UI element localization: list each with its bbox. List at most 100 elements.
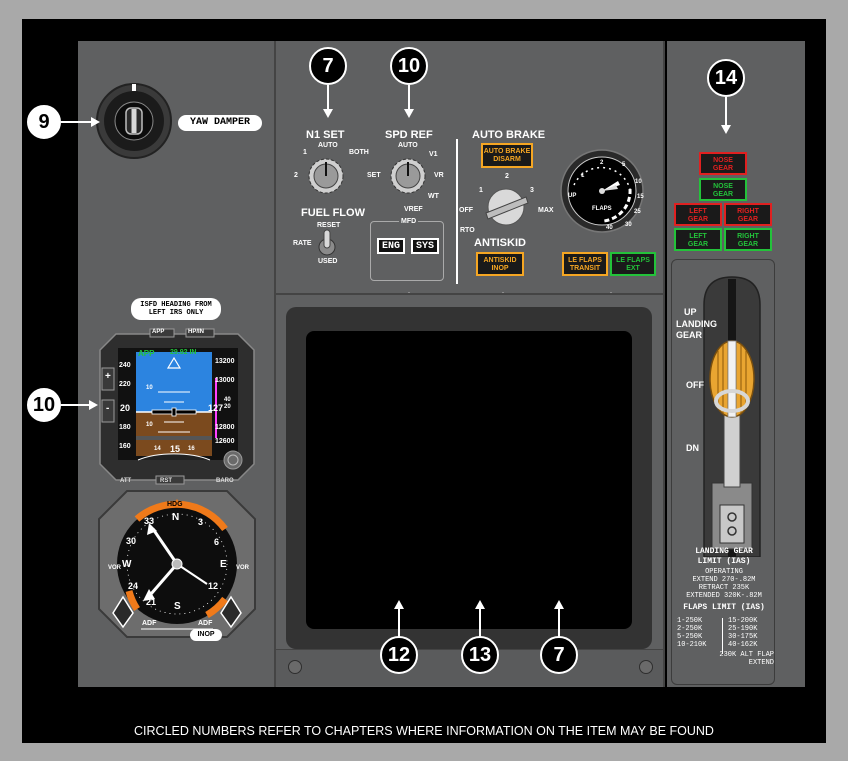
rmi-card-e: E [220, 559, 227, 570]
le-flaps-ext-light: LE FLAPS EXT [610, 252, 656, 276]
flaps-limit-left-2: 5-250K [677, 633, 703, 641]
isfd-alt-13000: 13000 [215, 377, 235, 384]
callout-arrow [394, 600, 404, 639]
isfd-speed-220: 220 [119, 381, 131, 388]
rmi-card-30: 30 [126, 536, 137, 546]
autobrake-title: AUTO BRAKE [472, 129, 546, 141]
flaps-limit-divider [722, 618, 723, 654]
isfd-pitch-10-down: 10 [146, 422, 153, 428]
n1-set-both: BOTH [349, 149, 369, 156]
landing-gear-lever[interactable] [698, 275, 766, 557]
flaps-limit-right-3: 40-162K [728, 641, 758, 649]
n1-set-title: N1 SET [306, 129, 345, 141]
gear-limit-line-3: EXTENDED 320K-.82M [686, 592, 762, 600]
rmi-card-n: N [172, 512, 180, 523]
autobrake-pos-2: 2 [505, 173, 509, 180]
rmi-card-21: 21 [146, 597, 157, 607]
isfd-placard: ISFD HEADING FROM LEFT IRS ONLY [131, 298, 221, 320]
callout-gear-lights: 14 [707, 59, 745, 97]
display-screen [306, 331, 632, 629]
flaps-limit-left-1: 2-250K [677, 625, 703, 633]
isfd-top-button-app[interactable]: APP [152, 329, 164, 335]
spd-ref-v1: V1 [429, 151, 438, 158]
isfd-baro-label: BARO [216, 478, 234, 484]
left-gear-green-light: LEFT GEAR [674, 228, 722, 251]
rmi-card-3: 3 [198, 517, 204, 527]
alt-flap-extend: 230K ALT FLAP EXTEND [719, 651, 774, 667]
spd-ref-set: SET [367, 172, 381, 179]
gear-limit-line-2: RETRACT 235K [698, 584, 750, 592]
flaps-mark-1: 1 [581, 173, 585, 179]
yaw-damper-switch[interactable] [95, 82, 173, 160]
flaps-mark-10: 10 [635, 179, 642, 185]
rmi-adf-left: ADF [142, 620, 157, 627]
rmi-card-w: W [122, 559, 132, 570]
right-gear-green-light: RIGHT GEAR [724, 228, 772, 251]
rmi-card-6: 6 [214, 537, 220, 547]
n1-set-knob[interactable] [308, 158, 344, 194]
flaps-limit-left-0: 1-250K [677, 617, 703, 625]
isfd-heading-14: 14 [154, 446, 161, 452]
spd-ref-knob[interactable] [390, 158, 426, 194]
isfd-speed-160: 160 [119, 443, 131, 450]
right-gear-red-light: RIGHT GEAR [724, 203, 772, 226]
antiskid-inop-light: ANTISKID INOP [476, 252, 524, 276]
isfd-alt-sub: 40 20 [224, 397, 231, 410]
callout-arrow [61, 117, 100, 127]
autobrake-selector[interactable] [478, 185, 534, 229]
fuel-flow-rate: RATE [293, 240, 312, 247]
isfd-minus-button[interactable]: - [106, 403, 109, 414]
isfd-alt-12800: 12800 [215, 424, 235, 431]
autobrake-rto: RTO [460, 227, 475, 234]
gear-limit-line-0: OPERATING [705, 568, 743, 576]
spd-ref-auto: AUTO [398, 142, 418, 149]
screw-left [288, 660, 302, 674]
autobrake-max: MAX [538, 207, 554, 214]
callout-arrow [554, 600, 564, 639]
isfd-rst-button[interactable]: RST [160, 478, 172, 484]
callout-arrow [721, 97, 731, 134]
callout-n1-set: 7 [309, 47, 347, 85]
spd-ref-vref: VREF [404, 206, 423, 213]
spd-ref-vr: VR [434, 172, 444, 179]
isfd-speed-current: 20 [120, 403, 131, 413]
rmi-right-vor: VOR [236, 565, 249, 572]
isfd-mode: APP [138, 349, 155, 358]
isfd-speed-240: 240 [119, 362, 131, 369]
isfd-att-label: ATT [120, 478, 132, 484]
rmi-card-33: 33 [144, 516, 155, 526]
fuel-flow-toggle[interactable] [317, 227, 337, 257]
flaps-limit-right-1: 25-190K [728, 625, 758, 633]
flaps-limit-right-2: 30-175K [728, 633, 758, 641]
callout-display-right: 7 [540, 636, 578, 674]
isfd-heading-16: 16 [188, 446, 195, 452]
rmi-card-12: 12 [208, 581, 219, 591]
rmi-adf-right: ADF [198, 620, 213, 627]
isfd-speed-180: 180 [119, 424, 131, 431]
flaps-mark-15: 15 [637, 194, 644, 200]
gear-pos-off: OFF [686, 380, 704, 390]
spd-ref-wt: WT [428, 193, 439, 200]
callout-arrow [404, 85, 414, 118]
isfd-plus-button[interactable]: + [105, 371, 111, 382]
rmi-left-vor: VOR [108, 565, 121, 572]
rmi-card-24: 24 [128, 581, 139, 591]
rmi-heading-label: HDG [167, 501, 183, 508]
mfd-sys-button[interactable]: SYS [411, 238, 439, 254]
isfd-alt-13200: 13200 [215, 358, 235, 365]
callout-spd-ref: 10 [390, 47, 428, 85]
isfd-baro: 29.92 IN [170, 349, 197, 356]
isfd-alt-12600: 12600 [215, 438, 235, 445]
flaps-mark-30: 30 [625, 222, 632, 228]
callout-arrow [323, 85, 333, 118]
mfd-title: MFD [399, 218, 419, 225]
isfd-top-button-hpin[interactable]: HP/IN [188, 329, 204, 335]
callout-arrow [475, 600, 485, 639]
gear-pos-up: UP [684, 307, 697, 317]
divider [456, 139, 458, 284]
isfd-alt-current: 127 [208, 403, 224, 413]
callout-display-center: 13 [461, 636, 499, 674]
autobrake-disarm-light: AUTO BRAKE DISARM [481, 143, 533, 168]
mfd-eng-button[interactable]: ENG [377, 238, 405, 254]
rmi-inop-flag: INOP [190, 629, 222, 641]
